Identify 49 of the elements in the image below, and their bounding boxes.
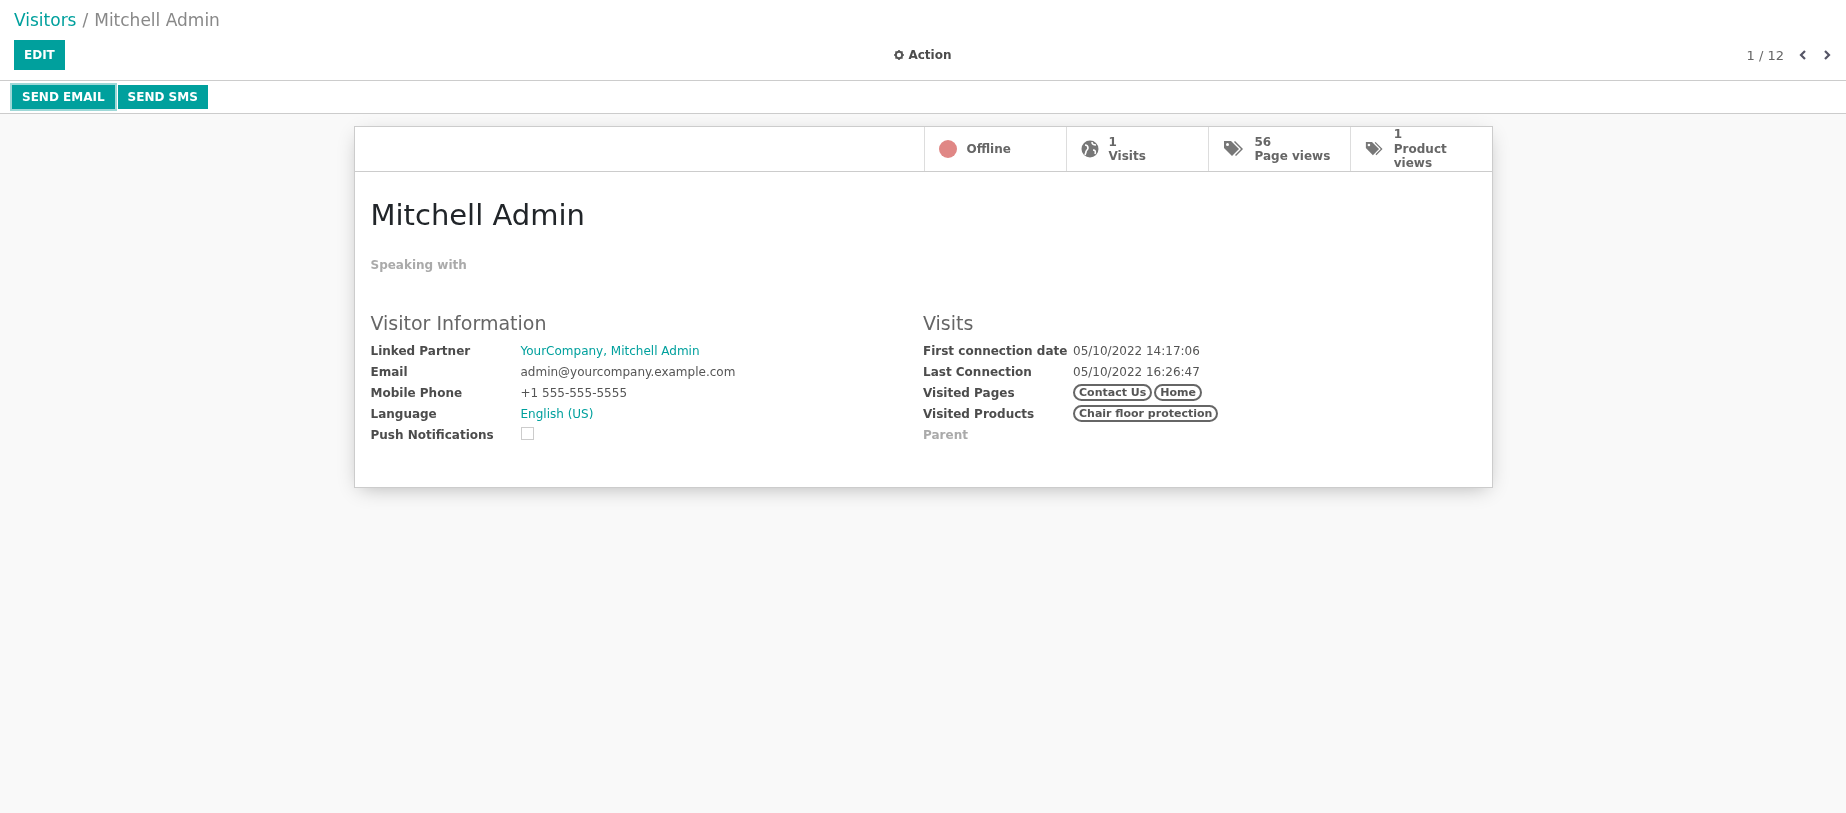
stat-label: Page views	[1254, 149, 1331, 164]
field-label: First connection date	[923, 343, 1069, 358]
tag-icon	[1222, 140, 1245, 158]
tag: Home	[1154, 384, 1202, 401]
stat-value: 1	[1108, 134, 1118, 149]
stat-button[interactable]: 56 Page views	[1207, 127, 1350, 171]
field-label: Push Notifications	[370, 427, 495, 442]
breadcrumb-separator: /	[82, 10, 89, 30]
field-link[interactable]: YourCompany, Mitchell Admin	[520, 343, 923, 358]
group-title: Visits	[923, 312, 975, 334]
pager-counter: 1 / 12	[1746, 47, 1784, 63]
field-label: Linked Partner	[370, 343, 472, 358]
tag: Contact Us	[1073, 384, 1153, 401]
field-label: Email	[370, 364, 409, 379]
stat-label: Product views	[1393, 141, 1448, 171]
header-button[interactable]: SEND SMS	[117, 85, 208, 109]
next-button[interactable]	[1822, 49, 1832, 61]
gear-icon	[894, 50, 905, 60]
field-label: Visited Pages	[923, 385, 1016, 400]
edit-button[interactable]: EDIT	[14, 40, 65, 70]
stat-value: 56	[1254, 134, 1273, 149]
field-label: Visited Products	[923, 406, 1036, 421]
checkbox[interactable]	[520, 426, 534, 440]
field-label: Parent	[923, 427, 969, 442]
field-value: 05/10/2022 16:26:47	[1073, 364, 1201, 379]
stat-button[interactable]: 1 Visits	[1065, 127, 1208, 171]
group-title: Visitor Information	[370, 312, 548, 334]
field-label: Language	[370, 406, 438, 421]
breadcrumb-link[interactable]: Visitors	[14, 10, 77, 30]
breadcrumb-current: Mitchell Admin	[94, 10, 220, 30]
field-value: 05/10/2022 14:17:06	[1073, 343, 1201, 358]
stat-button[interactable]: 1 Product views	[1349, 127, 1492, 171]
stat-button[interactable]: Offline	[923, 127, 1066, 171]
field-label: Speaking with	[370, 258, 468, 272]
tag: Chair floor protection	[1073, 405, 1219, 422]
field-link[interactable]: English (US)	[520, 406, 923, 421]
field-label: Last Connection	[923, 364, 1033, 379]
field-label: Mobile Phone	[370, 385, 464, 400]
record-title: Mitchell Admin	[370, 198, 586, 232]
previous-button[interactable]	[1798, 49, 1808, 61]
globe-icon	[1080, 140, 1099, 158]
header-button[interactable]: SEND EMAIL	[12, 85, 115, 109]
stat-label: Offline	[966, 141, 1011, 157]
action-button[interactable]: Action	[888, 47, 958, 63]
stat-label: Visits	[1108, 149, 1146, 164]
tag-icon	[1364, 140, 1384, 158]
field-value: +1 555-555-5555	[520, 385, 628, 400]
field-value: admin@yourcompany.example.com	[520, 364, 737, 379]
stat-value: 1	[1393, 127, 1404, 142]
